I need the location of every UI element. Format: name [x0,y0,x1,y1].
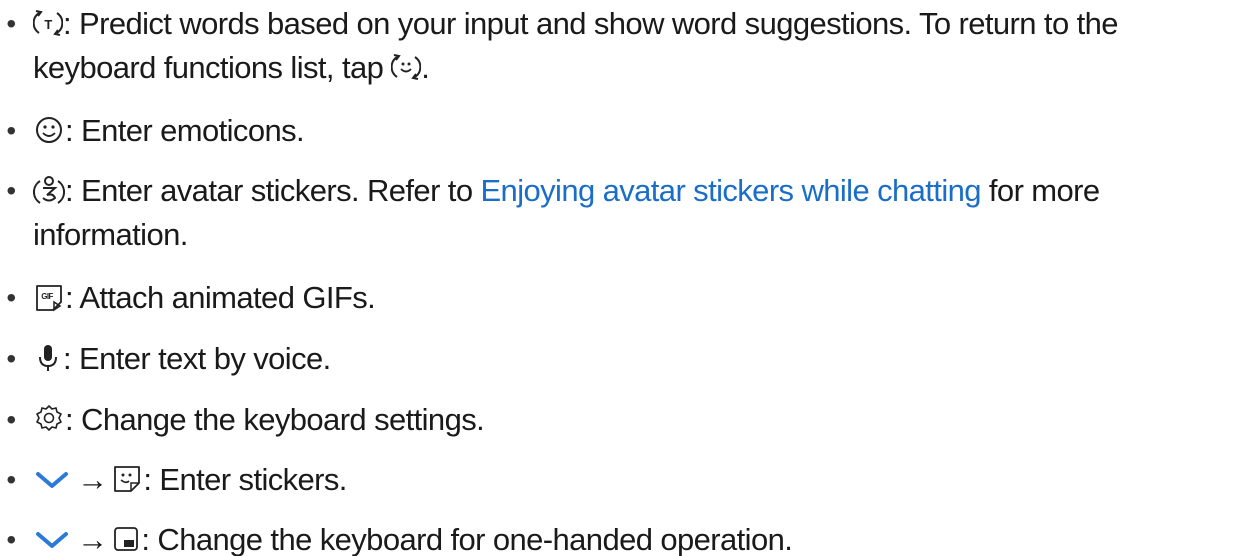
bullet: • [6,524,16,555]
item-line: → : Change the keyboard for one-handed o… [33,518,793,556]
gear-icon [33,403,65,435]
bullet: • [6,343,16,374]
item-text: : Change the keyboard for one-handed ope… [141,522,793,556]
item-line: : Enter text by voice. [33,337,331,381]
arrow: → [77,522,108,556]
bullet: • [6,404,16,435]
item-text: : Enter text by voice. [63,341,331,376]
item-text: : Enter emoticons. [65,113,305,148]
item-text: : Attach animated GIFs. [65,280,376,315]
arrow: → [77,462,108,497]
svg-text:T: T [44,17,52,32]
emoticon-icon [33,114,65,146]
chevron-down-icon [33,467,71,491]
item-text-continued: information. [33,217,188,252]
gif-icon: GIF [33,281,65,313]
keyboard-functions-list: • T : Predict words based on your input … [0,0,1255,556]
svg-text:GIF: GIF [41,292,53,301]
item-text: : Enter avatar stickers. Refer to [65,173,481,208]
avatar-stickers-link[interactable]: Enjoying avatar stickers while chatting [480,173,981,208]
item-text: : Enter stickers. [143,462,347,497]
emoticon-refresh-icon [391,51,422,83]
item-line-2: keyboard functions list, tap . [33,46,430,90]
item-line-2: information. [33,213,188,257]
item-line: : Enter emoticons. [33,109,305,153]
bullet: • [6,175,16,206]
bullet: • [6,115,16,146]
item-text-after-link: for more [980,173,1100,208]
item-line: → : Enter stickers. [33,458,347,502]
item-line: T : Predict words based on your input an… [33,2,1118,46]
sticker-icon [111,463,143,495]
bullet: • [6,464,16,495]
microphone-icon [33,342,63,374]
item-text: : Predict words based on your input and … [63,6,1118,41]
item-line: GIF : Attach animated GIFs. [33,276,376,320]
item-line: : Enter avatar stickers. Refer to Enjoyi… [33,169,1100,213]
item-text-end: . [421,50,430,85]
item-text: : Change the keyboard settings. [65,402,485,437]
avatar-sticker-icon [33,173,65,207]
bullet: • [6,282,16,313]
one-handed-keyboard-icon [111,523,141,555]
bullet: • [6,8,16,39]
predictive-text-icon: T [33,7,63,39]
item-text-continued: keyboard functions list, tap [33,50,392,85]
item-line: : Change the keyboard settings. [33,398,485,442]
chevron-down-icon [33,527,71,551]
